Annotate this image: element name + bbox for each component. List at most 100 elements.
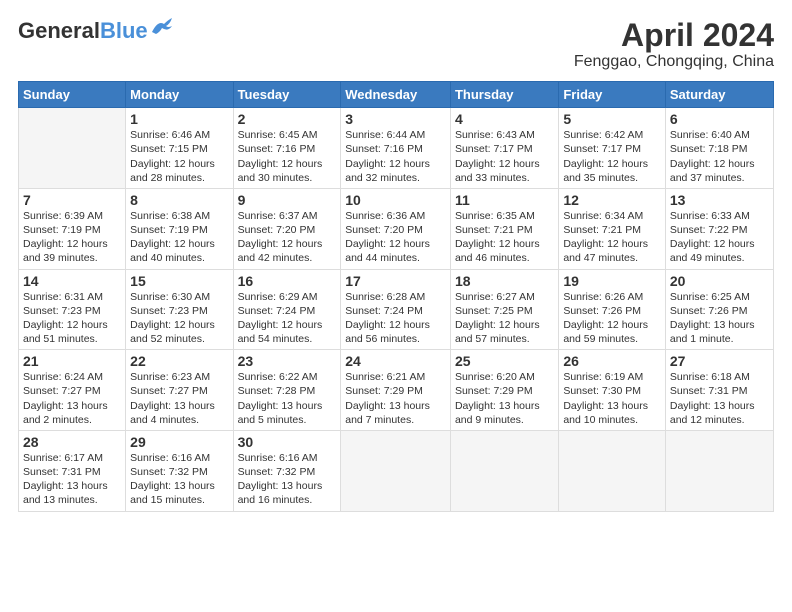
calendar-table: Sunday Monday Tuesday Wednesday Thursday… [18, 81, 774, 511]
logo: General Blue [18, 18, 172, 46]
day-info: Sunrise: 6:18 AM Sunset: 7:31 PM Dayligh… [670, 370, 769, 427]
day-number: 28 [23, 434, 121, 450]
calendar-header-row: Sunday Monday Tuesday Wednesday Thursday… [19, 82, 774, 108]
day-number: 7 [23, 192, 121, 208]
day-number: 13 [670, 192, 769, 208]
calendar-cell: 27Sunrise: 6:18 AM Sunset: 7:31 PM Dayli… [665, 350, 773, 431]
calendar-cell [450, 430, 558, 511]
logo-general: General [18, 18, 100, 44]
day-number: 16 [238, 273, 337, 289]
calendar-cell: 21Sunrise: 6:24 AM Sunset: 7:27 PM Dayli… [19, 350, 126, 431]
calendar-cell [341, 430, 451, 511]
calendar-cell: 19Sunrise: 6:26 AM Sunset: 7:26 PM Dayli… [559, 269, 666, 350]
day-number: 21 [23, 353, 121, 369]
day-info: Sunrise: 6:24 AM Sunset: 7:27 PM Dayligh… [23, 370, 121, 427]
col-sunday: Sunday [19, 82, 126, 108]
day-number: 2 [238, 111, 337, 127]
calendar-cell: 30Sunrise: 6:16 AM Sunset: 7:32 PM Dayli… [233, 430, 341, 511]
day-number: 8 [130, 192, 228, 208]
day-number: 4 [455, 111, 554, 127]
day-number: 14 [23, 273, 121, 289]
calendar-cell: 24Sunrise: 6:21 AM Sunset: 7:29 PM Dayli… [341, 350, 451, 431]
calendar-cell [665, 430, 773, 511]
day-number: 3 [345, 111, 446, 127]
day-number: 5 [563, 111, 661, 127]
day-info: Sunrise: 6:39 AM Sunset: 7:19 PM Dayligh… [23, 209, 121, 266]
day-info: Sunrise: 6:43 AM Sunset: 7:17 PM Dayligh… [455, 128, 554, 185]
day-info: Sunrise: 6:22 AM Sunset: 7:28 PM Dayligh… [238, 370, 337, 427]
calendar-cell: 14Sunrise: 6:31 AM Sunset: 7:23 PM Dayli… [19, 269, 126, 350]
header: General Blue April 2024 Fenggao, Chongqi… [18, 18, 774, 71]
day-number: 22 [130, 353, 228, 369]
day-info: Sunrise: 6:31 AM Sunset: 7:23 PM Dayligh… [23, 290, 121, 347]
day-number: 26 [563, 353, 661, 369]
calendar-cell: 12Sunrise: 6:34 AM Sunset: 7:21 PM Dayli… [559, 188, 666, 269]
calendar-cell: 7Sunrise: 6:39 AM Sunset: 7:19 PM Daylig… [19, 188, 126, 269]
logo-block: General Blue [18, 18, 172, 46]
day-info: Sunrise: 6:42 AM Sunset: 7:17 PM Dayligh… [563, 128, 661, 185]
calendar-week-row-4: 21Sunrise: 6:24 AM Sunset: 7:27 PM Dayli… [19, 350, 774, 431]
calendar-cell: 28Sunrise: 6:17 AM Sunset: 7:31 PM Dayli… [19, 430, 126, 511]
day-number: 27 [670, 353, 769, 369]
calendar-week-row-2: 7Sunrise: 6:39 AM Sunset: 7:19 PM Daylig… [19, 188, 774, 269]
day-number: 24 [345, 353, 446, 369]
calendar-cell: 29Sunrise: 6:16 AM Sunset: 7:32 PM Dayli… [126, 430, 233, 511]
day-number: 19 [563, 273, 661, 289]
calendar-cell: 26Sunrise: 6:19 AM Sunset: 7:30 PM Dayli… [559, 350, 666, 431]
day-number: 17 [345, 273, 446, 289]
day-info: Sunrise: 6:19 AM Sunset: 7:30 PM Dayligh… [563, 370, 661, 427]
calendar-cell [19, 108, 126, 189]
day-info: Sunrise: 6:36 AM Sunset: 7:20 PM Dayligh… [345, 209, 446, 266]
day-info: Sunrise: 6:28 AM Sunset: 7:24 PM Dayligh… [345, 290, 446, 347]
calendar-cell: 16Sunrise: 6:29 AM Sunset: 7:24 PM Dayli… [233, 269, 341, 350]
day-info: Sunrise: 6:44 AM Sunset: 7:16 PM Dayligh… [345, 128, 446, 185]
col-saturday: Saturday [665, 82, 773, 108]
calendar-cell: 3Sunrise: 6:44 AM Sunset: 7:16 PM Daylig… [341, 108, 451, 189]
day-info: Sunrise: 6:27 AM Sunset: 7:25 PM Dayligh… [455, 290, 554, 347]
calendar-cell: 10Sunrise: 6:36 AM Sunset: 7:20 PM Dayli… [341, 188, 451, 269]
day-info: Sunrise: 6:29 AM Sunset: 7:24 PM Dayligh… [238, 290, 337, 347]
day-number: 15 [130, 273, 228, 289]
col-thursday: Thursday [450, 82, 558, 108]
day-info: Sunrise: 6:20 AM Sunset: 7:29 PM Dayligh… [455, 370, 554, 427]
col-friday: Friday [559, 82, 666, 108]
day-info: Sunrise: 6:46 AM Sunset: 7:15 PM Dayligh… [130, 128, 228, 185]
col-monday: Monday [126, 82, 233, 108]
day-info: Sunrise: 6:40 AM Sunset: 7:18 PM Dayligh… [670, 128, 769, 185]
calendar-cell: 13Sunrise: 6:33 AM Sunset: 7:22 PM Dayli… [665, 188, 773, 269]
calendar-cell: 20Sunrise: 6:25 AM Sunset: 7:26 PM Dayli… [665, 269, 773, 350]
calendar-cell: 18Sunrise: 6:27 AM Sunset: 7:25 PM Dayli… [450, 269, 558, 350]
day-number: 11 [455, 192, 554, 208]
day-number: 18 [455, 273, 554, 289]
day-number: 1 [130, 111, 228, 127]
day-info: Sunrise: 6:35 AM Sunset: 7:21 PM Dayligh… [455, 209, 554, 266]
day-info: Sunrise: 6:17 AM Sunset: 7:31 PM Dayligh… [23, 451, 121, 508]
location-title: Fenggao, Chongqing, China [574, 53, 774, 71]
title-block: April 2024 Fenggao, Chongqing, China [574, 18, 774, 71]
col-tuesday: Tuesday [233, 82, 341, 108]
day-info: Sunrise: 6:45 AM Sunset: 7:16 PM Dayligh… [238, 128, 337, 185]
day-info: Sunrise: 6:16 AM Sunset: 7:32 PM Dayligh… [130, 451, 228, 508]
calendar-cell: 9Sunrise: 6:37 AM Sunset: 7:20 PM Daylig… [233, 188, 341, 269]
day-number: 6 [670, 111, 769, 127]
calendar-week-row-1: 1Sunrise: 6:46 AM Sunset: 7:15 PM Daylig… [19, 108, 774, 189]
day-number: 29 [130, 434, 228, 450]
month-title: April 2024 [574, 18, 774, 53]
day-info: Sunrise: 6:23 AM Sunset: 7:27 PM Dayligh… [130, 370, 228, 427]
col-wednesday: Wednesday [341, 82, 451, 108]
day-info: Sunrise: 6:38 AM Sunset: 7:19 PM Dayligh… [130, 209, 228, 266]
calendar-cell: 4Sunrise: 6:43 AM Sunset: 7:17 PM Daylig… [450, 108, 558, 189]
logo-bird-icon [150, 18, 172, 36]
calendar-cell: 2Sunrise: 6:45 AM Sunset: 7:16 PM Daylig… [233, 108, 341, 189]
calendar-cell: 23Sunrise: 6:22 AM Sunset: 7:28 PM Dayli… [233, 350, 341, 431]
day-info: Sunrise: 6:30 AM Sunset: 7:23 PM Dayligh… [130, 290, 228, 347]
logo-blue: Blue [100, 18, 148, 44]
page-container: General Blue April 2024 Fenggao, Chongqi… [0, 0, 792, 612]
day-info: Sunrise: 6:33 AM Sunset: 7:22 PM Dayligh… [670, 209, 769, 266]
day-info: Sunrise: 6:25 AM Sunset: 7:26 PM Dayligh… [670, 290, 769, 347]
day-info: Sunrise: 6:26 AM Sunset: 7:26 PM Dayligh… [563, 290, 661, 347]
calendar-cell: 11Sunrise: 6:35 AM Sunset: 7:21 PM Dayli… [450, 188, 558, 269]
day-number: 12 [563, 192, 661, 208]
calendar-cell: 15Sunrise: 6:30 AM Sunset: 7:23 PM Dayli… [126, 269, 233, 350]
calendar-cell: 8Sunrise: 6:38 AM Sunset: 7:19 PM Daylig… [126, 188, 233, 269]
